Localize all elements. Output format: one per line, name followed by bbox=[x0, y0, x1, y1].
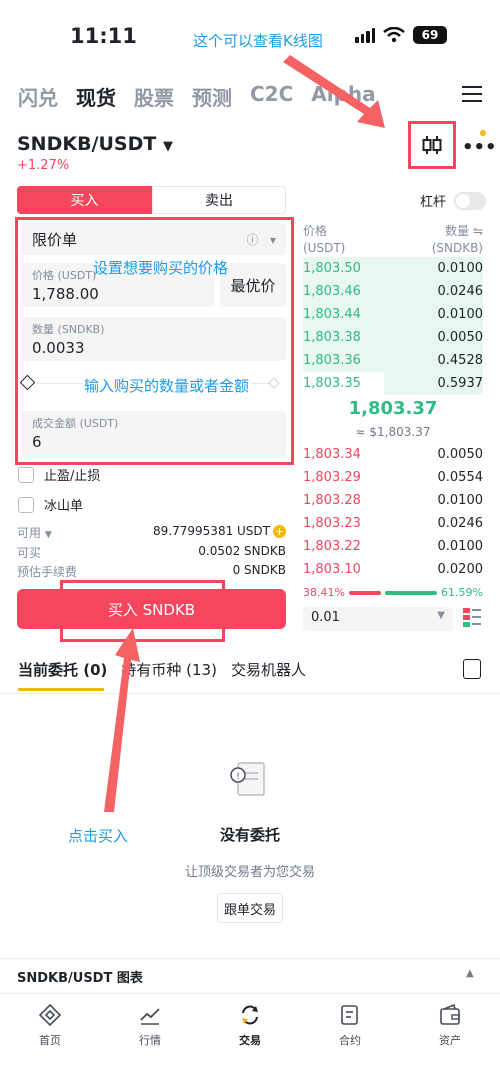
arrow-to-kline-icon bbox=[283, 55, 385, 128]
arrow-to-buy-button bbox=[104, 628, 140, 812]
annotation-arrows bbox=[104, 55, 385, 812]
